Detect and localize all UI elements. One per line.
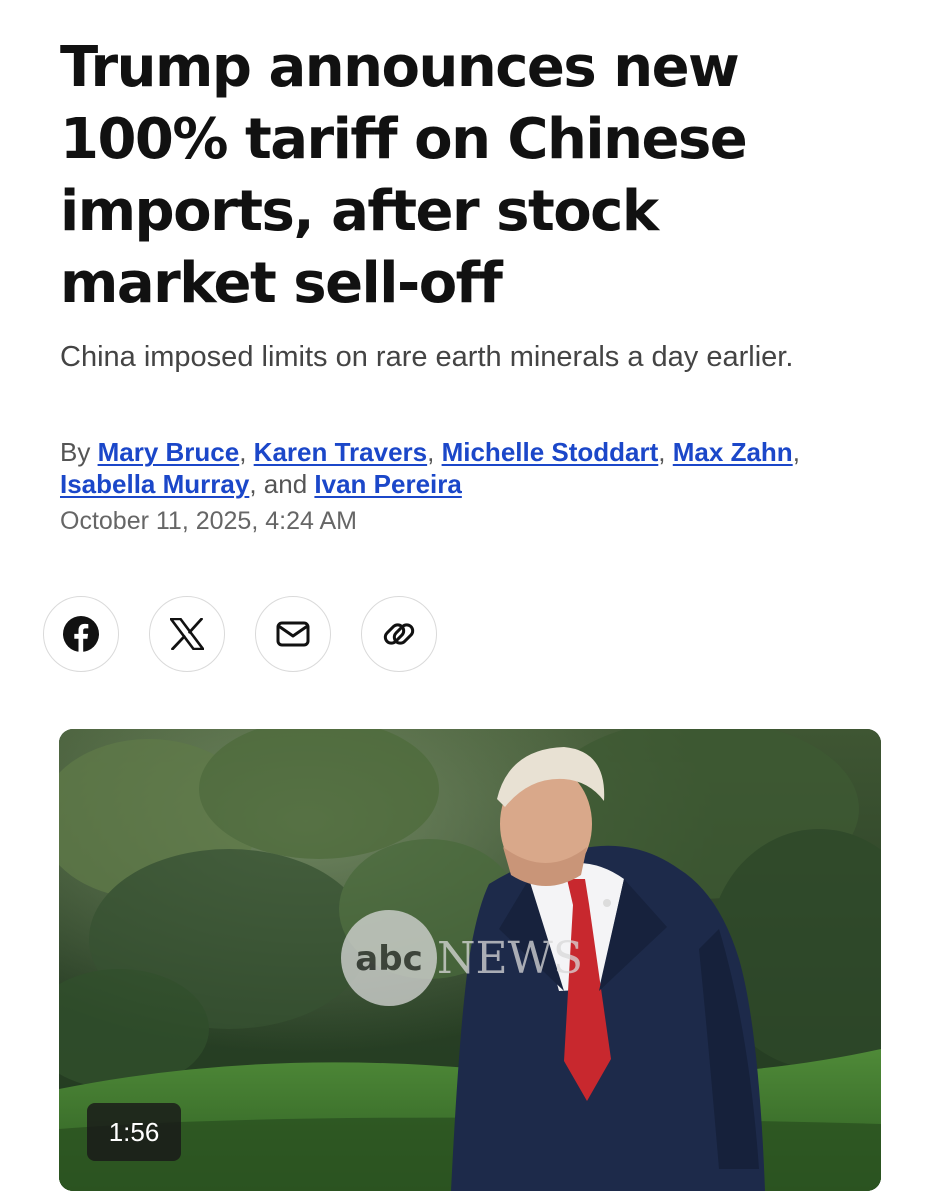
share-email-button[interactable]: [255, 596, 331, 672]
share-x-button[interactable]: [149, 596, 225, 672]
email-icon: [276, 621, 310, 647]
abc-logo-text: abc: [355, 939, 422, 979]
link-icon: [383, 623, 415, 645]
share-bar: [43, 596, 437, 672]
news-logo-text: NEWS: [437, 933, 583, 984]
x-icon: [170, 618, 204, 650]
author-link-mary-bruce[interactable]: Mary Bruce: [98, 437, 240, 467]
author-link-ivan-pereira[interactable]: Ivan Pereira: [314, 469, 461, 499]
share-facebook-button[interactable]: [43, 596, 119, 672]
byline-conjunction: and: [263, 469, 308, 499]
publish-date: October 11, 2025, 4:24 AM: [60, 507, 357, 535]
author-link-karen-travers[interactable]: Karen Travers: [254, 437, 427, 467]
article-headline: Trump announces new 100% tariff on Chine…: [60, 35, 748, 316]
facebook-icon: [63, 616, 99, 652]
author-link-max-zahn[interactable]: Max Zahn: [673, 437, 793, 467]
copy-link-button[interactable]: [361, 596, 437, 672]
byline: By Mary Bruce, Karen Travers, Michelle S…: [60, 437, 800, 499]
video-player[interactable]: abc NEWS 1:56: [59, 729, 881, 1191]
author-link-isabella-murray[interactable]: Isabella Murray: [60, 469, 249, 499]
video-thumbnail: abc NEWS: [59, 729, 881, 1191]
byline-prefix: By: [60, 437, 91, 467]
article-subheadline: China imposed limits on rare earth miner…: [60, 341, 794, 373]
video-duration-badge: 1:56: [87, 1103, 181, 1161]
author-link-michelle-stoddart[interactable]: Michelle Stoddart: [442, 437, 659, 467]
